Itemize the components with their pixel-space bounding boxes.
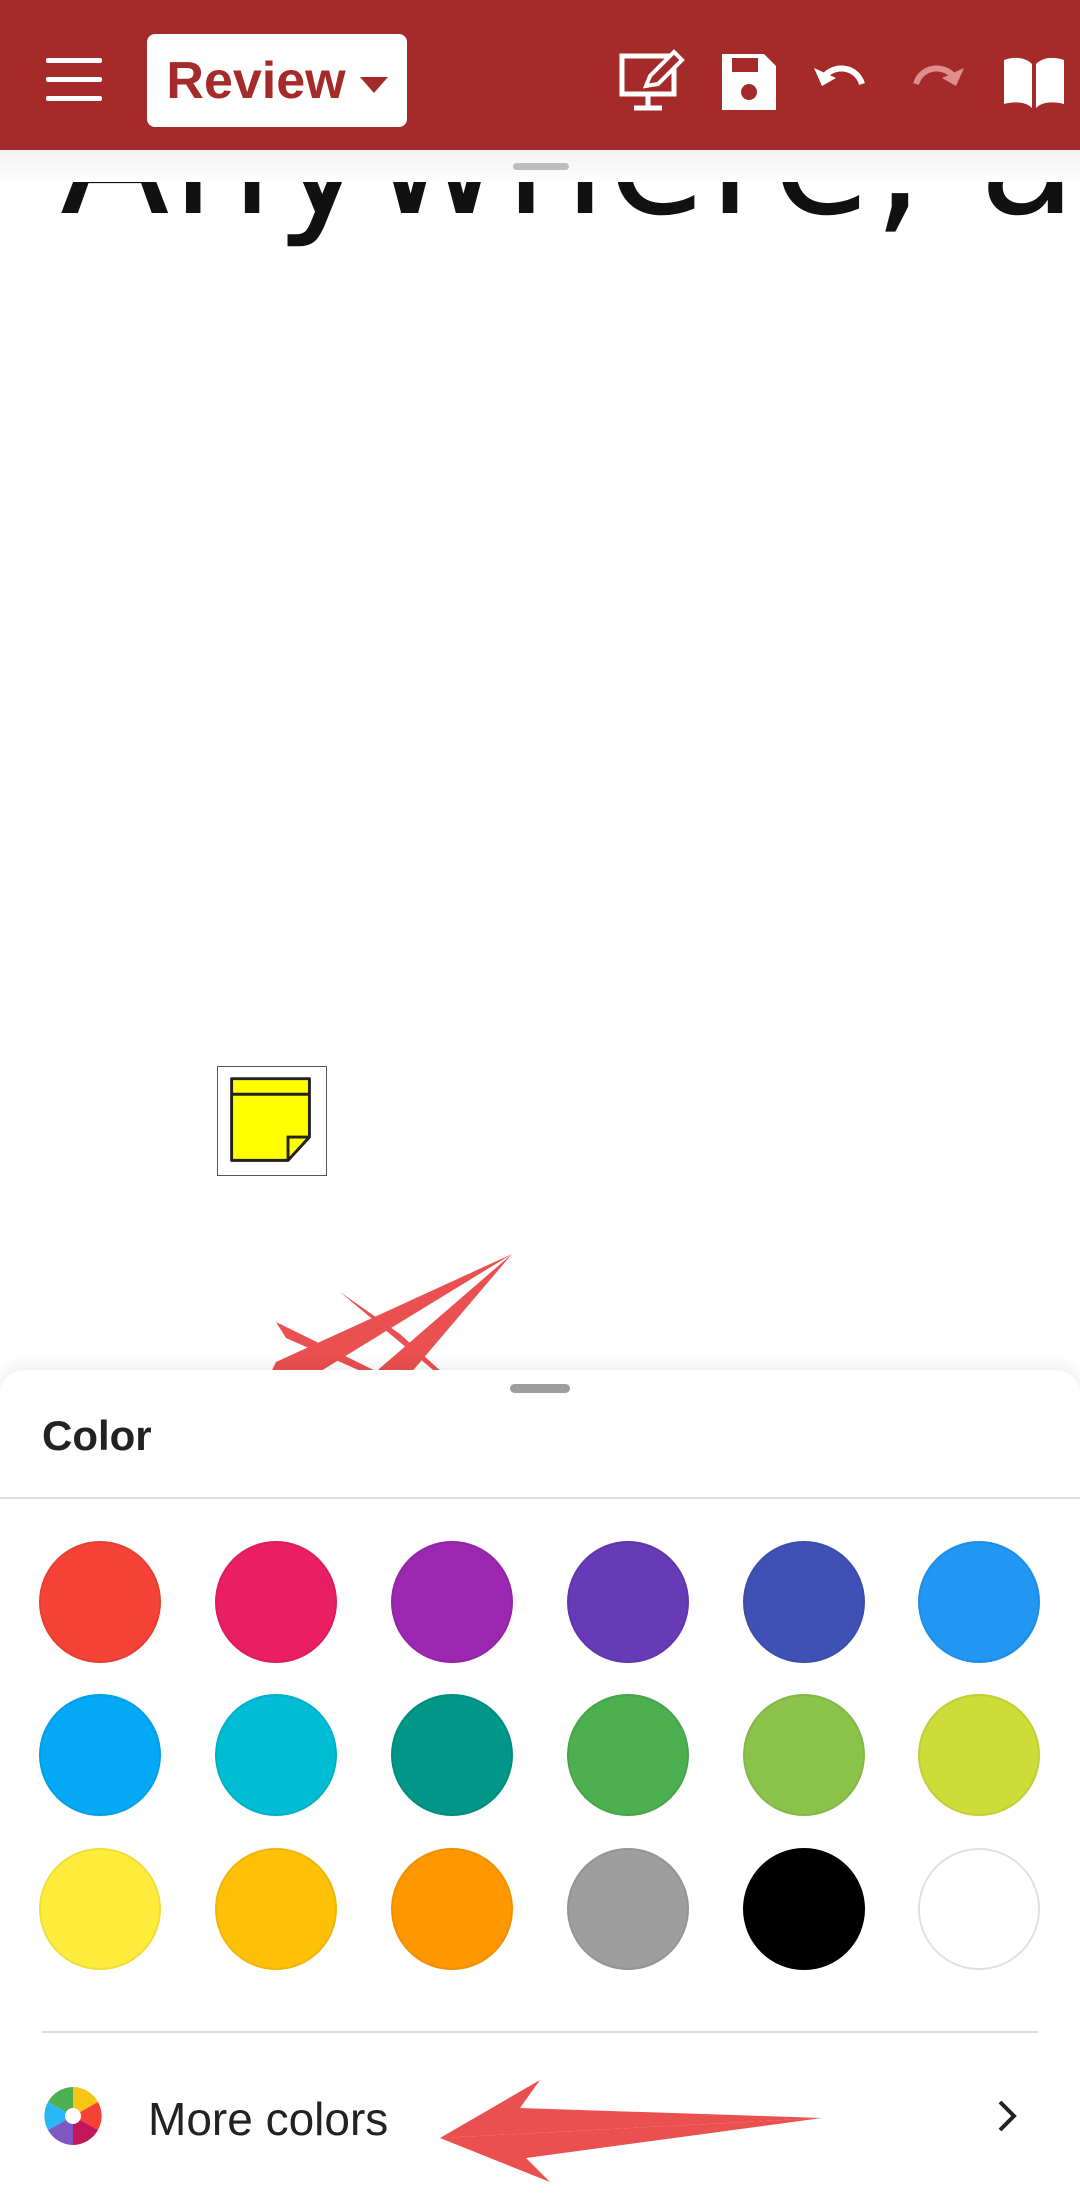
document-text-clip: Anywhere, a [0, 182, 1080, 254]
color-swatch-indigo[interactable] [743, 1541, 865, 1663]
color-swatch-lime[interactable] [918, 1694, 1040, 1816]
color-swatch-amber[interactable] [215, 1848, 337, 1970]
color-swatch-teal[interactable] [391, 1694, 513, 1816]
present-edit-icon[interactable] [616, 46, 688, 118]
top-toolbar: Review [0, 0, 1080, 150]
color-swatch-white[interactable] [918, 1848, 1040, 1970]
color-swatch-cyan[interactable] [215, 1694, 337, 1816]
color-swatch-orange[interactable] [391, 1848, 513, 1970]
redo-icon[interactable] [900, 46, 972, 118]
mode-dropdown-button[interactable]: Review [147, 34, 407, 127]
color-swatch-purple[interactable] [391, 1541, 513, 1663]
chevron-right-icon [998, 2100, 1017, 2132]
color-swatch-black[interactable] [743, 1848, 865, 1970]
caret-down-icon [359, 76, 388, 93]
color-swatch-deep-purple[interactable] [567, 1541, 689, 1663]
toolbar-drag-handle[interactable] [513, 163, 569, 170]
hamburger-menu-icon[interactable] [46, 58, 102, 102]
color-swatch-green[interactable] [567, 1694, 689, 1816]
sticky-note-icon [230, 1077, 311, 1162]
color-swatch-pink[interactable] [215, 1541, 337, 1663]
color-swatch-yellow[interactable] [39, 1848, 161, 1970]
read-mode-icon[interactable] [998, 46, 1070, 118]
mode-dropdown-label: Review [166, 51, 346, 110]
save-icon[interactable] [712, 46, 784, 118]
sticky-note-annotation[interactable] [217, 1066, 327, 1176]
color-swatch-red[interactable] [39, 1541, 161, 1663]
sheet-drag-handle[interactable] [510, 1384, 570, 1393]
document-canvas[interactable]: Anywhere, a [0, 182, 1080, 1372]
more-divider [42, 2031, 1038, 2033]
undo-icon[interactable] [806, 46, 878, 118]
color-swatch-blue[interactable] [918, 1541, 1040, 1663]
sheet-title: Color [42, 1412, 152, 1459]
color-swatch-grey[interactable] [567, 1848, 689, 1970]
color-wheel-icon [42, 2085, 104, 2147]
color-picker-sheet: Color More colors [0, 1370, 1080, 2196]
document-visible-text: Anywhere, a [60, 182, 1079, 251]
color-swatch-light-green[interactable] [743, 1694, 865, 1816]
more-colors-label: More colors [148, 2093, 389, 2145]
color-swatch-light-blue[interactable] [39, 1694, 161, 1816]
title-divider [0, 1497, 1080, 1499]
annotation-arrow-more [440, 2080, 822, 2182]
